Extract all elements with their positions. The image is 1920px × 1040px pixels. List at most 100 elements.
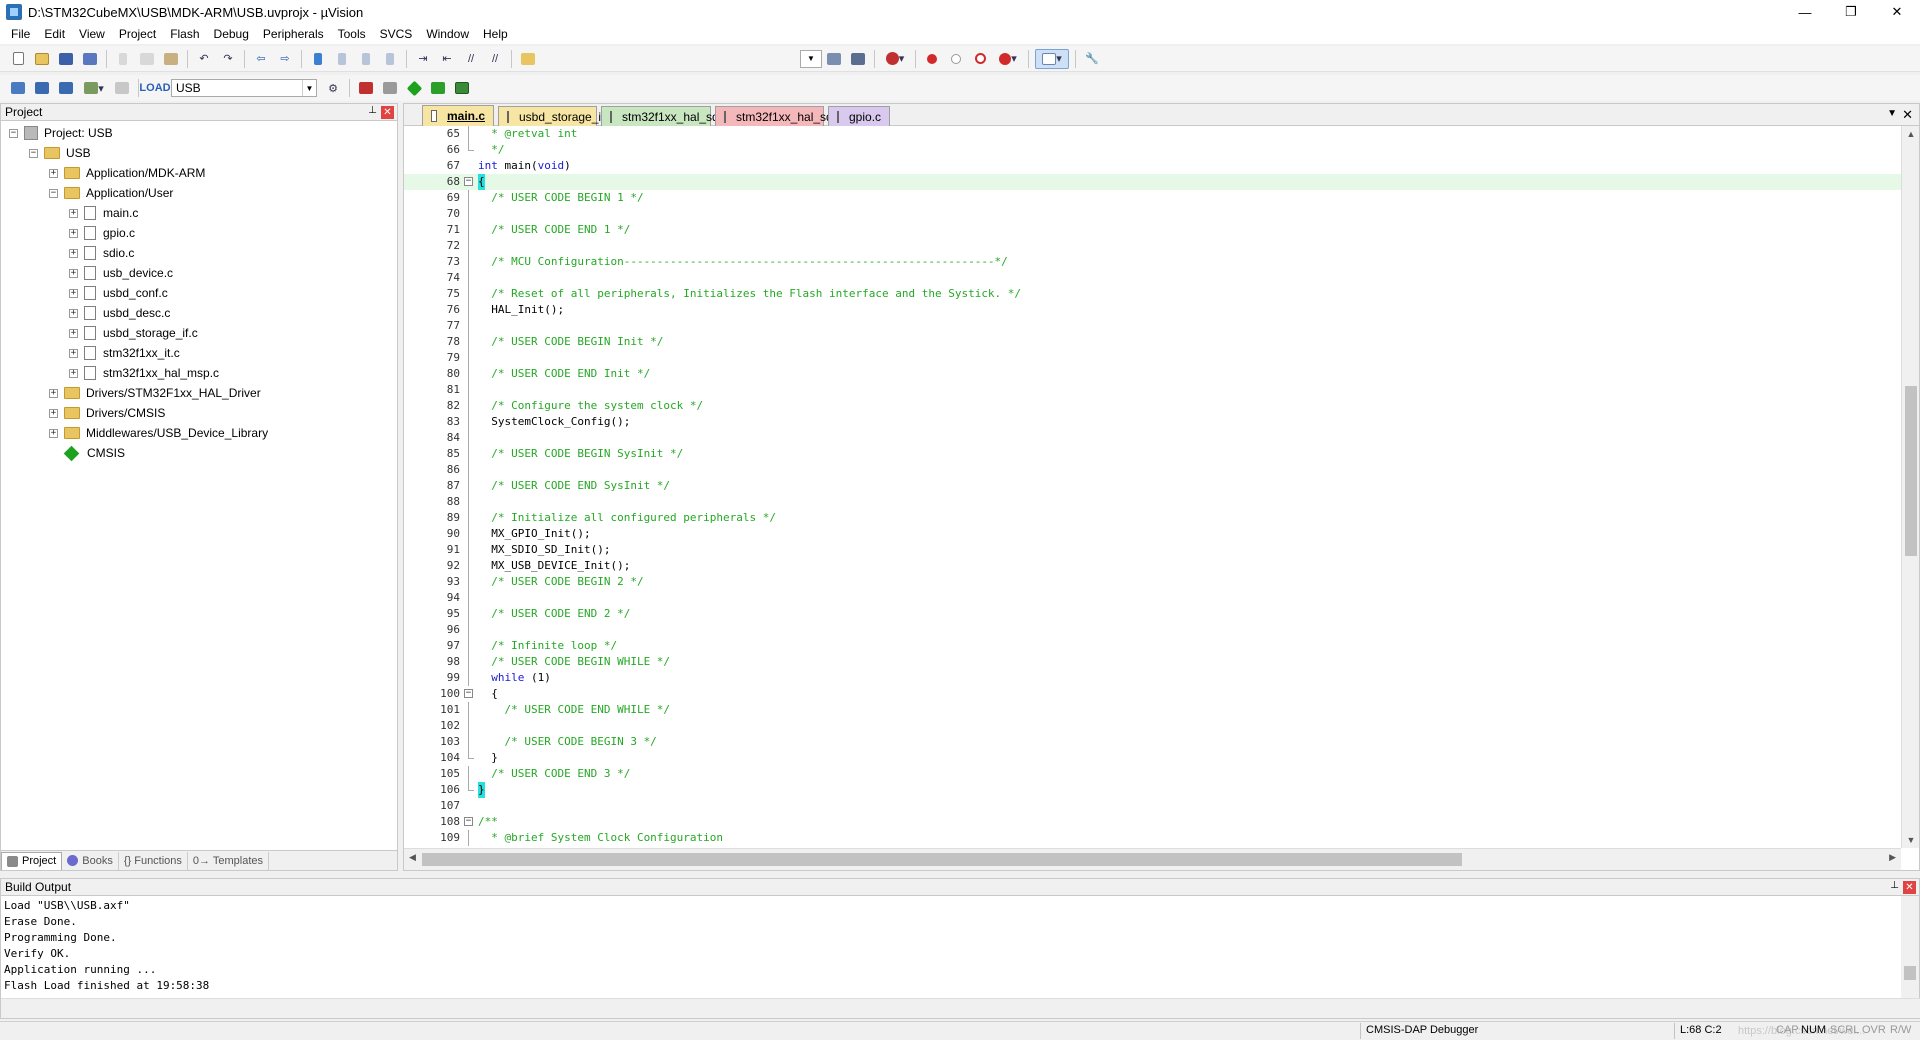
- scroll-right-icon[interactable]: ▶: [1889, 852, 1896, 863]
- file-tab[interactable]: stm32f1xx_hal_sd.h: [715, 106, 843, 126]
- menu-tools[interactable]: Tools: [331, 24, 373, 44]
- code-line[interactable]: 78 /* USER CODE BEGIN Init */: [404, 334, 1901, 350]
- download-icon[interactable]: LOAD: [139, 78, 170, 98]
- tree-item-folder[interactable]: + Middlewares/USB_Device_Library: [1, 423, 397, 443]
- code-line[interactable]: 91 MX_SDIO_SD_Init();: [404, 542, 1901, 558]
- expand-icon[interactable]: +: [49, 168, 58, 178]
- undo-icon[interactable]: ↶: [194, 49, 214, 69]
- build-output-horizontal-scrollbar[interactable]: [1, 998, 1920, 1018]
- code-line[interactable]: 106}: [404, 782, 1901, 798]
- expand-icon[interactable]: +: [49, 428, 58, 438]
- editor-vertical-scrollbar[interactable]: ▲ ▼: [1901, 126, 1919, 848]
- tab-templates[interactable]: 0→ Templates: [188, 851, 270, 870]
- redo-icon[interactable]: ↷: [218, 49, 238, 69]
- scroll-down-icon[interactable]: ▼: [1902, 832, 1920, 848]
- code-line[interactable]: 70: [404, 206, 1901, 222]
- tree-item-file[interactable]: + sdio.c: [1, 243, 397, 263]
- save-all-icon[interactable]: [80, 49, 100, 69]
- code-line[interactable]: 101 /* USER CODE END WHILE */: [404, 702, 1901, 718]
- indent-icon[interactable]: ⇥: [413, 49, 433, 69]
- target-select[interactable]: USB ▼: [171, 79, 317, 97]
- tab-functions[interactable]: {} Functions: [119, 851, 188, 870]
- code-line[interactable]: 107: [404, 798, 1901, 814]
- scroll-thumb[interactable]: [422, 853, 1462, 866]
- code-line[interactable]: 104 }: [404, 750, 1901, 766]
- code-line[interactable]: 83 SystemClock_Config();: [404, 414, 1901, 430]
- tree-item-folder[interactable]: + Application/MDK-ARM: [1, 163, 397, 183]
- tree-item-file[interactable]: + usbd_storage_if.c: [1, 323, 397, 343]
- tree-item-project[interactable]: − Project: USB: [1, 123, 397, 143]
- save-icon[interactable]: [56, 49, 76, 69]
- code-line[interactable]: 84: [404, 430, 1901, 446]
- code-line[interactable]: 67 int main(void): [404, 158, 1901, 174]
- code-line[interactable]: 93 /* USER CODE BEGIN 2 */: [404, 574, 1901, 590]
- tab-books[interactable]: Books: [62, 851, 119, 870]
- code-line[interactable]: 86: [404, 462, 1901, 478]
- code-line[interactable]: 81: [404, 382, 1901, 398]
- file-tab[interactable]: stm32f1xx_hal_sd.c: [601, 106, 728, 126]
- code-line[interactable]: 109 * @brief System Clock Configuration: [404, 830, 1901, 846]
- collapse-icon[interactable]: −: [49, 188, 58, 198]
- fold-collapse-icon[interactable]: −: [464, 817, 473, 826]
- window-layout-icon[interactable]: ▾: [1035, 48, 1069, 69]
- navigate-forward-icon[interactable]: ⇨: [275, 49, 295, 69]
- menu-project[interactable]: Project: [112, 24, 163, 44]
- fold-collapse-icon[interactable]: −: [464, 689, 473, 698]
- expand-icon[interactable]: +: [69, 208, 78, 218]
- minimize-button[interactable]: —: [1782, 0, 1828, 24]
- tab-project[interactable]: Project: [1, 851, 63, 870]
- collapse-icon[interactable]: −: [29, 148, 38, 158]
- code-line[interactable]: 100− {: [404, 686, 1901, 702]
- manage-run-time-environment-icon[interactable]: [404, 78, 424, 98]
- tree-item-folder[interactable]: + Drivers/STM32F1xx_HAL_Driver: [1, 383, 397, 403]
- pin-icon[interactable]: ⊥: [368, 105, 377, 116]
- find-icon[interactable]: [824, 49, 844, 69]
- code-line[interactable]: 82 /* Configure the system clock */: [404, 398, 1901, 414]
- build-icon[interactable]: [32, 78, 52, 98]
- scroll-thumb[interactable]: [1904, 966, 1916, 980]
- kill-all-breakpoints-icon[interactable]: ▾: [994, 49, 1022, 69]
- insert-breakpoint-icon[interactable]: [922, 49, 942, 69]
- paste-icon[interactable]: [161, 49, 181, 69]
- code-line[interactable]: 92 MX_USB_DEVICE_Init();: [404, 558, 1901, 574]
- code-line[interactable]: 72: [404, 238, 1901, 254]
- build-output-vertical-scrollbar[interactable]: [1901, 896, 1919, 1000]
- menu-help[interactable]: Help: [476, 24, 515, 44]
- restore-button[interactable]: ❐: [1828, 0, 1874, 24]
- code-line[interactable]: 76 HAL_Init();: [404, 302, 1901, 318]
- bookmark-previous-icon[interactable]: [332, 49, 352, 69]
- file-tab[interactable]: gpio.c: [828, 106, 890, 126]
- cube-mx-icon[interactable]: [452, 78, 472, 98]
- configure-icon[interactable]: 🔧: [1082, 49, 1102, 69]
- unindent-icon[interactable]: ⇤: [437, 49, 457, 69]
- menu-flash[interactable]: Flash: [163, 24, 206, 44]
- tree-item-file[interactable]: + stm32f1xx_it.c: [1, 343, 397, 363]
- batch-build-icon[interactable]: ▾: [80, 78, 108, 98]
- menu-window[interactable]: Window: [419, 24, 476, 44]
- code-line[interactable]: 79: [404, 350, 1901, 366]
- editor-horizontal-scrollbar[interactable]: ◀ ▶: [404, 848, 1901, 870]
- comment-icon[interactable]: //: [461, 49, 481, 69]
- pin-icon[interactable]: ⊥: [1890, 880, 1899, 891]
- disable-all-breakpoints-icon[interactable]: [970, 49, 990, 69]
- tree-item-file[interactable]: + main.c: [1, 203, 397, 223]
- code-line[interactable]: 108−/**: [404, 814, 1901, 830]
- expand-icon[interactable]: +: [69, 288, 78, 298]
- menu-edit[interactable]: Edit: [37, 24, 72, 44]
- expand-icon[interactable]: +: [69, 308, 78, 318]
- expand-icon[interactable]: +: [69, 228, 78, 238]
- tree-item-file[interactable]: + gpio.c: [1, 223, 397, 243]
- code-line[interactable]: 94: [404, 590, 1901, 606]
- rebuild-icon[interactable]: [56, 78, 76, 98]
- code-line[interactable]: 74: [404, 270, 1901, 286]
- bookmark-clear-icon[interactable]: [380, 49, 400, 69]
- tree-item-diamond[interactable]: CMSIS: [1, 443, 397, 463]
- stop-build-icon[interactable]: [112, 78, 132, 98]
- tree-item-folder[interactable]: − USB: [1, 143, 397, 163]
- select-packs-icon[interactable]: [380, 78, 400, 98]
- tab-list-dropdown-icon[interactable]: ▼: [1887, 108, 1897, 119]
- close-tab-icon[interactable]: ✕: [1902, 107, 1913, 123]
- code-line[interactable]: 71 /* USER CODE END 1 */: [404, 222, 1901, 238]
- enable-breakpoint-icon[interactable]: [946, 49, 966, 69]
- file-tab[interactable]: main.c: [422, 105, 494, 126]
